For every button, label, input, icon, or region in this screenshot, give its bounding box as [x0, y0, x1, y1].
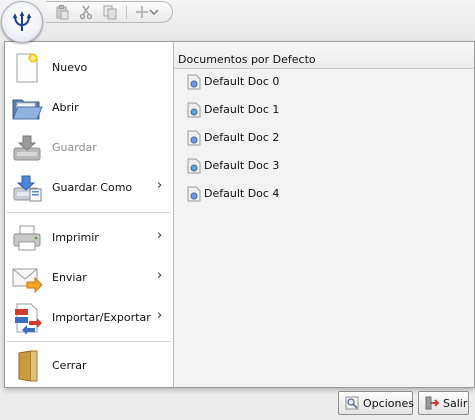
menu-item-label: Imprimir	[52, 231, 99, 244]
cut-icon[interactable]	[78, 4, 94, 20]
menu-item-guardar-como[interactable]: Guardar Como ›	[5, 170, 173, 206]
menu-separator	[7, 341, 171, 342]
menu-item-label: Enviar	[52, 271, 87, 284]
open-folder-icon	[12, 99, 43, 120]
recent-documents-title: Documentos por Defecto	[178, 53, 316, 66]
customize-dropdown-icon[interactable]	[148, 4, 160, 20]
recent-document-item[interactable]: Default Doc 3	[186, 156, 336, 176]
quick-access-toolbar	[46, 1, 173, 23]
copy-icon[interactable]	[102, 4, 118, 20]
document-icon	[187, 102, 201, 118]
exit-button-label: Salir	[443, 397, 468, 410]
options-button[interactable]: Opciones	[338, 391, 414, 415]
submenu-arrow-icon: ›	[157, 268, 163, 283]
exit-button[interactable]: Salir	[418, 391, 469, 415]
menu-item-imprimir[interactable]: Imprimir ›	[5, 220, 173, 256]
menu-item-label: Importar/Exportar	[52, 311, 151, 324]
menu-item-label: Abrir	[52, 101, 79, 114]
menu-item-label: Cerrar	[52, 359, 87, 372]
submenu-arrow-icon: ›	[157, 228, 163, 243]
options-button-label: Opciones	[363, 397, 414, 410]
recent-document-item[interactable]: Default Doc 1	[186, 100, 336, 120]
document-icon	[187, 158, 201, 174]
recent-document-item[interactable]: Default Doc 4	[186, 184, 336, 204]
toolbar-separator	[126, 5, 127, 19]
recent-document-name: Default Doc 4	[204, 187, 280, 200]
recent-document-name: Default Doc 1	[204, 103, 280, 116]
file-menu-list: Nuevo Abrir Guardar Guardar Como › Impri…	[5, 42, 174, 387]
menu-item-importar-exportar[interactable]: Importar/Exportar ›	[5, 300, 173, 336]
document-icon	[187, 186, 201, 202]
new-document-icon	[16, 53, 38, 83]
save-as-icon	[13, 175, 42, 202]
paste-icon[interactable]	[54, 4, 70, 20]
submenu-arrow-icon: ›	[157, 308, 163, 323]
import-export-icon	[15, 303, 42, 334]
recent-document-item[interactable]: Default Doc 0	[186, 72, 336, 92]
recent-documents-pane: Documentos por Defecto Default Doc 0 Def…	[174, 42, 474, 387]
close-document-icon	[18, 350, 38, 382]
recent-document-item[interactable]: Default Doc 2	[186, 128, 336, 148]
menu-item-enviar[interactable]: Enviar ›	[5, 260, 173, 296]
menu-item-cerrar[interactable]: Cerrar	[5, 348, 173, 384]
save-disk-icon	[13, 135, 41, 161]
menu-item-label: Guardar Como	[52, 181, 133, 194]
recent-document-name: Default Doc 2	[204, 131, 280, 144]
application-menu-button[interactable]	[1, 1, 43, 43]
menu-item-label: Guardar	[52, 141, 97, 154]
printer-icon	[13, 225, 41, 251]
recent-document-name: Default Doc 3	[204, 159, 280, 172]
application-menu: Nuevo Abrir Guardar Guardar Como › Impri…	[4, 41, 475, 388]
options-icon	[345, 396, 359, 410]
submenu-arrow-icon: ›	[157, 178, 163, 193]
menu-item-abrir[interactable]: Abrir	[5, 90, 173, 126]
exit-icon	[425, 396, 439, 410]
send-mail-icon	[12, 268, 43, 294]
document-icon	[187, 130, 201, 146]
menu-item-label: Nuevo	[52, 61, 88, 74]
document-icon	[187, 74, 201, 90]
recent-document-name: Default Doc 0	[204, 75, 280, 88]
menu-item-guardar[interactable]: Guardar	[5, 130, 173, 166]
recent-documents-header: Documentos por Defecto	[174, 42, 474, 69]
menu-item-nuevo[interactable]: Nuevo	[5, 50, 173, 86]
menu-separator	[7, 212, 171, 213]
trident-logo-icon	[12, 11, 32, 31]
